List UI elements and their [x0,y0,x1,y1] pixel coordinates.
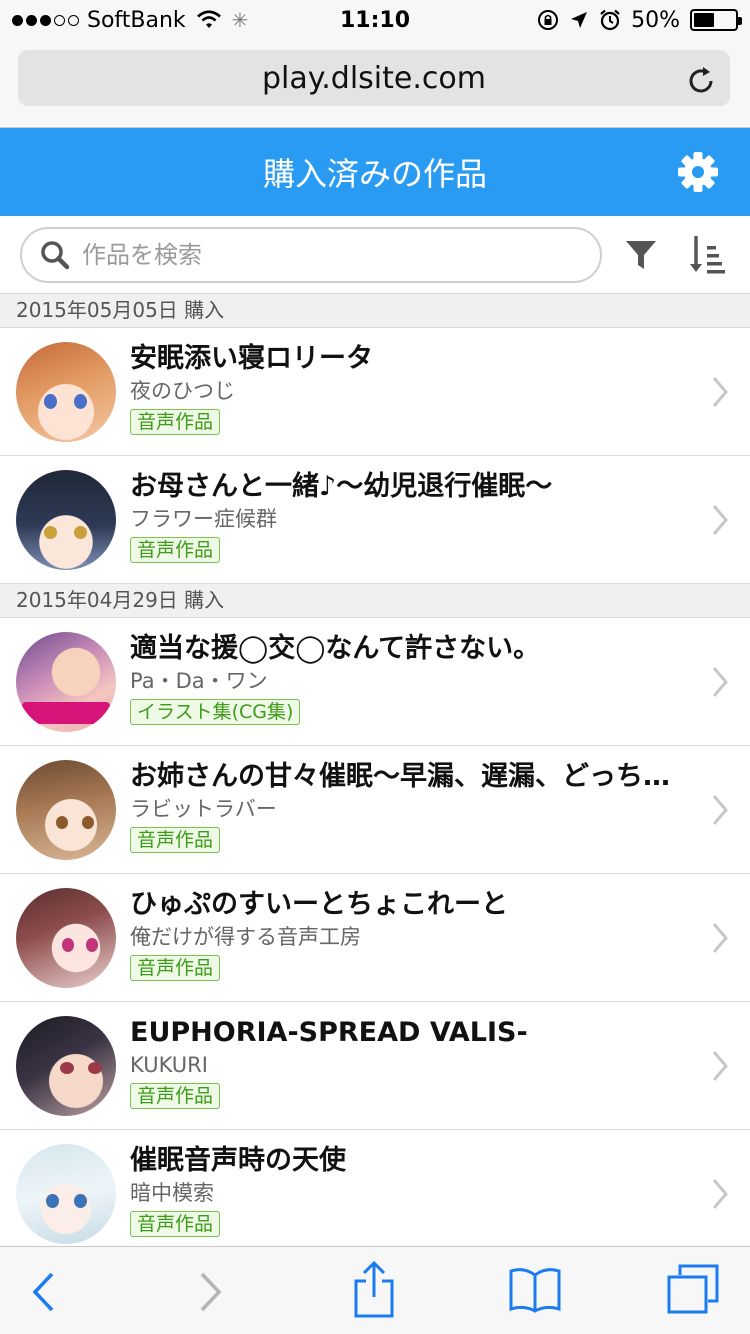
work-author: Pa・Da・ワン [130,669,268,693]
reload-icon[interactable] [684,64,718,98]
signal-strength-icon [12,14,79,26]
work-title: お姉さんの甘々催眠〜早漏、遅漏、どっち… [130,761,670,792]
page-title: 購入済みの作品 [262,155,487,193]
list-item[interactable]: お母さんと一緒♪〜幼児退行催眠〜 フラワー症候群 音声作品 [0,456,750,584]
status-bar: SoftBank ✳ 11:10 50% [0,0,750,40]
category-badge: 音声作品 [130,1083,221,1109]
work-thumbnail [16,888,116,988]
purchased-list: 2015年05月05日 購入 安眠添い寝ロリータ 夜のひつじ 音声作品 お母さん… [0,294,750,1246]
app-header: 購入済みの作品 [0,128,750,216]
list-item[interactable]: 催眠音声時の天使 暗中模索 音声作品 [0,1130,750,1246]
list-item[interactable]: EUPHORIA-SPREAD VALIS- KUKURI 音声作品 [0,1002,750,1130]
filter-icon[interactable] [624,238,658,272]
share-icon[interactable] [352,1261,396,1319]
purchase-date-header: 2015年05月05日 購入 [0,294,750,328]
category-badge: 音声作品 [130,537,221,563]
rotation-lock-icon [538,10,559,30]
forward-icon[interactable] [198,1271,224,1313]
chevron-right-icon [712,1179,728,1209]
search-input[interactable] [82,241,542,269]
work-author: 夜のひつじ [130,379,235,403]
alarm-icon [600,9,620,31]
work-title: ひゅぷのすいーとちょこれーと [130,889,508,920]
category-badge: 音声作品 [130,409,221,435]
work-thumbnail [16,760,116,860]
search-icon [41,241,70,270]
search-box[interactable] [20,227,602,283]
list-item[interactable]: お姉さんの甘々催眠〜早漏、遅漏、どっち… ラビットラバー 音声作品 [0,746,750,874]
location-arrow-icon [571,12,588,28]
work-thumbnail [16,1144,116,1244]
list-item[interactable]: 安眠添い寝ロリータ 夜のひつじ 音声作品 [0,328,750,456]
activity-spinner-icon: ✳ [231,8,249,32]
category-badge: 音声作品 [130,1211,221,1237]
purchase-date-header: 2015年04月29日 購入 [0,584,750,618]
work-author: ラビットラバー [130,797,277,821]
work-title: 安眠添い寝ロリータ [130,343,373,374]
battery-percentage: 50% [631,7,680,33]
browser-address-area: play.dlsite.com [0,40,750,128]
chevron-right-icon [712,1051,728,1081]
work-title: EUPHORIA-SPREAD VALIS- [130,1017,528,1048]
chevron-right-icon [712,505,728,535]
chevron-right-icon [712,667,728,697]
back-icon[interactable] [30,1271,56,1313]
work-thumbnail [16,632,116,732]
list-item[interactable]: 適当な援◯交◯なんて許さない。 Pa・Da・ワン イラスト集(CG集) [0,618,750,746]
category-badge: 音声作品 [130,955,221,981]
work-author: 俺だけが得する音声工房 [130,925,361,949]
list-item[interactable]: ひゅぷのすいーとちょこれーと 俺だけが得する音声工房 音声作品 [0,874,750,1002]
chevron-right-icon [712,377,728,407]
work-author: KUKURI [130,1053,208,1077]
battery-icon [690,9,742,31]
url-field[interactable]: play.dlsite.com [18,50,730,106]
search-toolbar [0,216,750,294]
work-title: 催眠音声時の天使 [130,1145,346,1176]
carrier-name: SoftBank [87,7,186,33]
work-thumbnail [16,342,116,442]
wifi-icon [196,10,221,28]
work-title: 適当な援◯交◯なんて許さない。 [130,633,541,664]
tabs-icon[interactable] [666,1263,720,1315]
work-thumbnail [16,1016,116,1116]
category-badge: 音声作品 [130,827,221,853]
category-badge: イラスト集(CG集) [130,699,301,725]
bookmarks-icon[interactable] [508,1265,562,1313]
browser-toolbar [0,1246,750,1334]
url-text: play.dlsite.com [262,60,486,96]
sort-icon[interactable] [688,234,726,276]
gear-icon[interactable] [676,150,720,194]
work-title: お母さんと一緒♪〜幼児退行催眠〜 [130,471,553,502]
chevron-right-icon [712,923,728,953]
work-thumbnail [16,470,116,570]
chevron-right-icon [712,795,728,825]
work-author: 暗中模索 [130,1181,214,1205]
work-author: フラワー症候群 [130,507,277,531]
